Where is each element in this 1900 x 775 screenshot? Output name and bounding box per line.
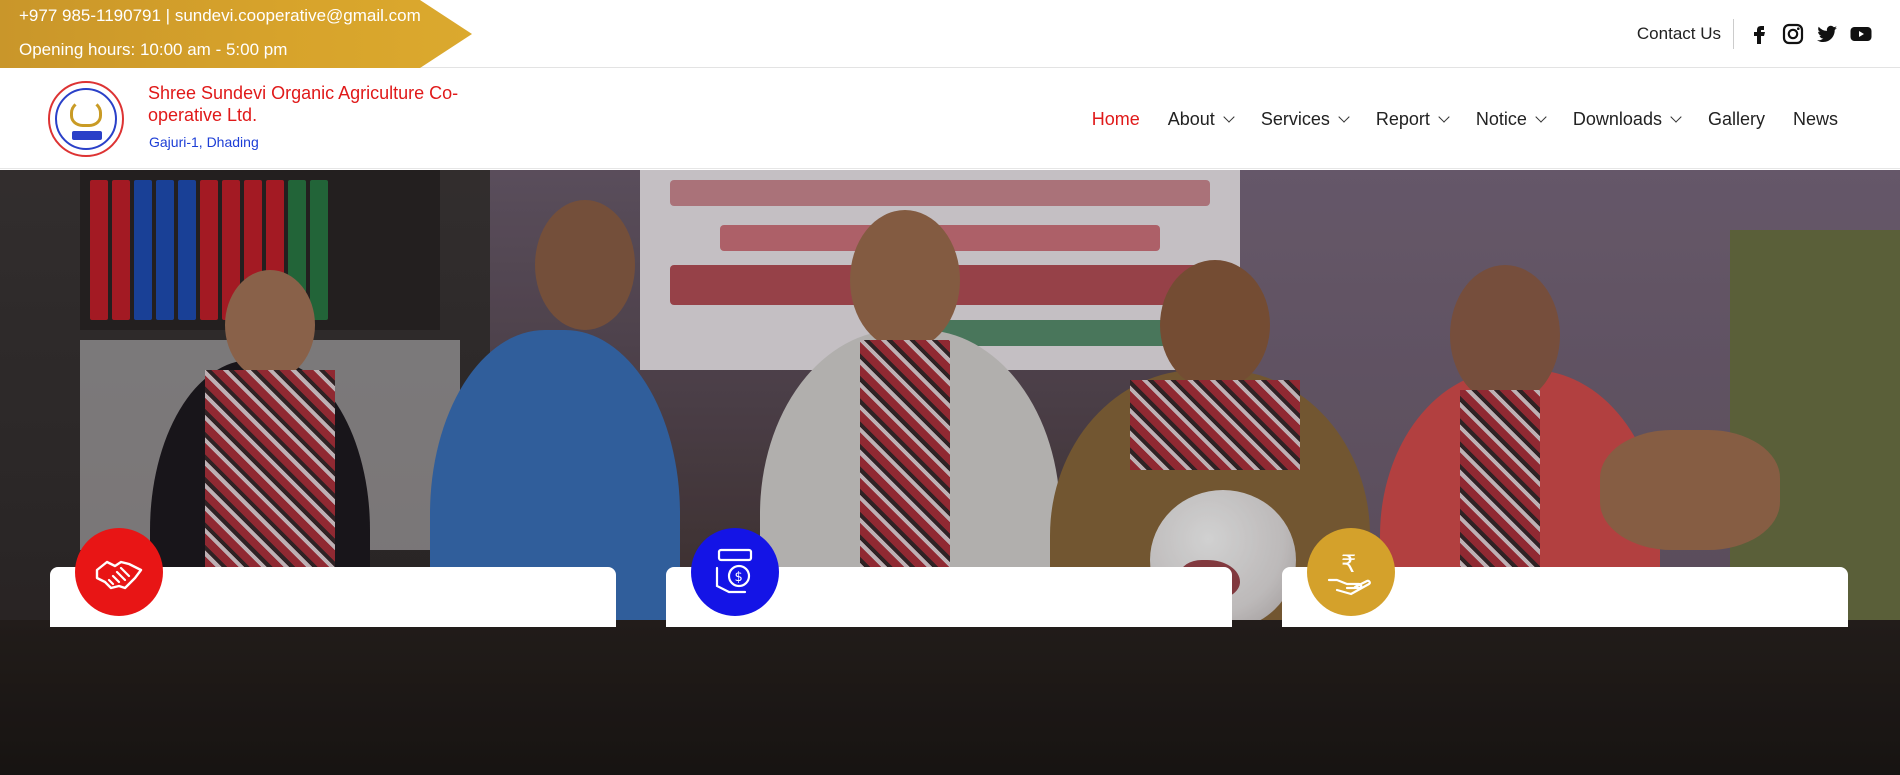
site-header: Shree Sundevi Organic Agriculture Co-ope… xyxy=(0,69,1900,169)
contact-info: +977 985-1190791 | sundevi.cooperative@g… xyxy=(19,6,421,25)
chevron-down-icon xyxy=(1535,110,1547,123)
chevron-down-icon xyxy=(1223,110,1235,123)
chevron-down-icon xyxy=(1438,110,1450,123)
chevron-down-icon xyxy=(1670,110,1682,123)
nav-label: Home xyxy=(1091,108,1140,129)
logo-wheat-emblem xyxy=(70,99,102,127)
deposit-icon: $ xyxy=(691,528,779,616)
nav-label: Downloads xyxy=(1572,108,1662,129)
organization-name[interactable]: Shree Sundevi Organic Agriculture Co-ope… xyxy=(148,82,478,126)
facebook-icon[interactable] xyxy=(1742,17,1776,51)
contact-us-link[interactable]: Contact Us xyxy=(1637,19,1734,49)
nav-gallery[interactable]: Gallery xyxy=(1708,109,1765,130)
nav-services[interactable]: Services xyxy=(1260,108,1350,130)
nav-label: Notice xyxy=(1475,108,1527,129)
instagram-icon[interactable] xyxy=(1776,17,1810,51)
nav-label: Services xyxy=(1260,108,1330,129)
top-right-links: Contact Us xyxy=(1637,0,1878,68)
organization-address: Gajuri-1, Dhading xyxy=(149,134,259,150)
svg-text:₹: ₹ xyxy=(1341,550,1356,578)
twitter-icon[interactable] xyxy=(1810,17,1844,51)
nav-about[interactable]: About xyxy=(1167,108,1235,130)
top-bar: +977 985-1190791 | sundevi.cooperative@g… xyxy=(0,0,1900,68)
opening-hours: Opening hours: 10:00 am - 5:00 pm xyxy=(19,40,288,59)
nav-label: Report xyxy=(1375,108,1430,129)
nav-notice[interactable]: Notice xyxy=(1475,108,1547,130)
nav-label: Gallery xyxy=(1707,108,1765,129)
cooperative-logo[interactable] xyxy=(48,81,124,157)
svg-text:$: $ xyxy=(735,570,743,585)
logo-est-band xyxy=(72,131,102,140)
contact-ribbon: +977 985-1190791 | sundevi.cooperative@g… xyxy=(0,0,472,68)
nav-downloads[interactable]: Downloads xyxy=(1572,108,1682,130)
nav-label: About xyxy=(1167,108,1215,129)
hero-slider-image xyxy=(0,170,1900,775)
chevron-down-icon xyxy=(1338,110,1350,123)
nav-report[interactable]: Report xyxy=(1375,108,1450,130)
nav-label: News xyxy=(1792,108,1838,129)
handshake-icon xyxy=(75,528,163,616)
hero-overlay xyxy=(0,170,1900,775)
youtube-icon[interactable] xyxy=(1844,17,1878,51)
nav-home[interactable]: Home xyxy=(1092,109,1140,130)
nav-news[interactable]: News xyxy=(1793,109,1838,130)
rupee-hand-icon: ₹ xyxy=(1307,528,1395,616)
main-nav: Home About Services Report Notice Downlo… xyxy=(1064,69,1838,169)
